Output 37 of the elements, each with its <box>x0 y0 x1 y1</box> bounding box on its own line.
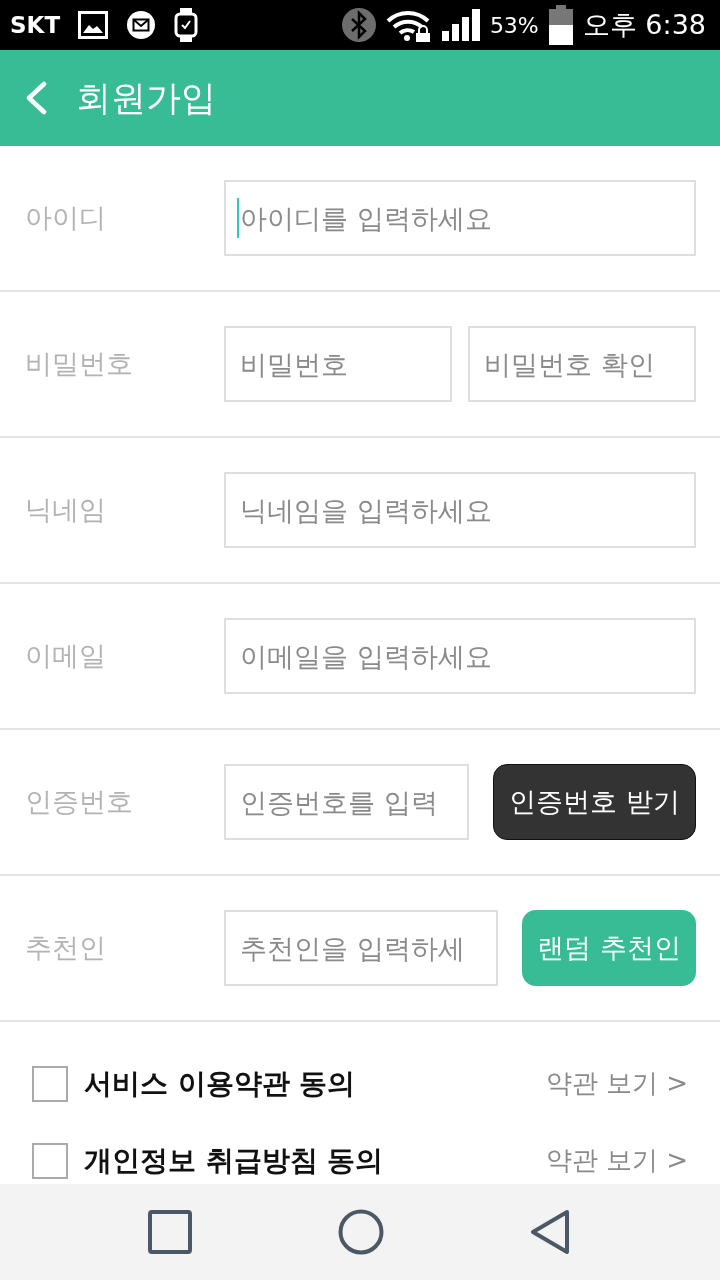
back-icon <box>24 81 48 115</box>
battery-icon <box>548 5 573 45</box>
recent-apps-icon[interactable] <box>148 1210 192 1254</box>
mail-icon <box>126 10 157 40</box>
home-icon[interactable] <box>338 1209 384 1255</box>
random-pick-button[interactable]: 랜덤 추천인 <box>522 910 696 986</box>
field-label: 닉네임 <box>25 493 107 527</box>
page-title: 회원가입 <box>76 76 216 120</box>
wifi-lock-icon <box>385 8 432 42</box>
agreement-label: 개인정보 취급방침 동의 <box>84 1143 384 1178</box>
input-field[interactable]: 인증번호를 입력 <box>224 764 470 840</box>
input-field[interactable]: 닉네임을 입력하세요 <box>224 472 696 548</box>
battery-percent: 53% <box>489 12 539 38</box>
terms-link[interactable]: 약관 보기 > <box>545 1144 688 1177</box>
signal-icon <box>441 9 480 41</box>
text-cursor-icon <box>237 198 239 238</box>
field-label: 인증번호 <box>25 785 134 819</box>
input-field[interactable]: 비밀번호 <box>224 326 452 402</box>
agreement-label: 서비스 이용약관 동의 <box>84 1066 356 1101</box>
checkbox[interactable] <box>32 1142 68 1179</box>
field-label: 비밀번호 <box>25 347 134 381</box>
carrier-name: SKT <box>10 12 61 38</box>
input-field[interactable]: 이메일을 입력하세요 <box>224 618 696 694</box>
field-label: 아이디 <box>25 201 107 235</box>
bluetooth-icon <box>341 8 376 42</box>
checkbox[interactable] <box>32 1065 68 1102</box>
image-icon <box>78 11 109 39</box>
terms-link[interactable]: 약관 보기 > <box>545 1067 688 1100</box>
request-code-button[interactable]: 인증번호 받기 <box>493 764 696 840</box>
clock-time: 오후 6:38 <box>582 8 706 42</box>
field-label: 이메일 <box>25 639 107 673</box>
input-field[interactable]: 추천인을 입력하세 <box>224 910 499 986</box>
back-icon[interactable] <box>530 1209 570 1255</box>
input-field[interactable]: 아이디를 입력하세요 <box>224 180 696 256</box>
watch-icon <box>174 8 199 42</box>
field-label: 추천인 <box>25 931 107 965</box>
input-field[interactable]: 비밀번호 확인 <box>468 326 696 402</box>
